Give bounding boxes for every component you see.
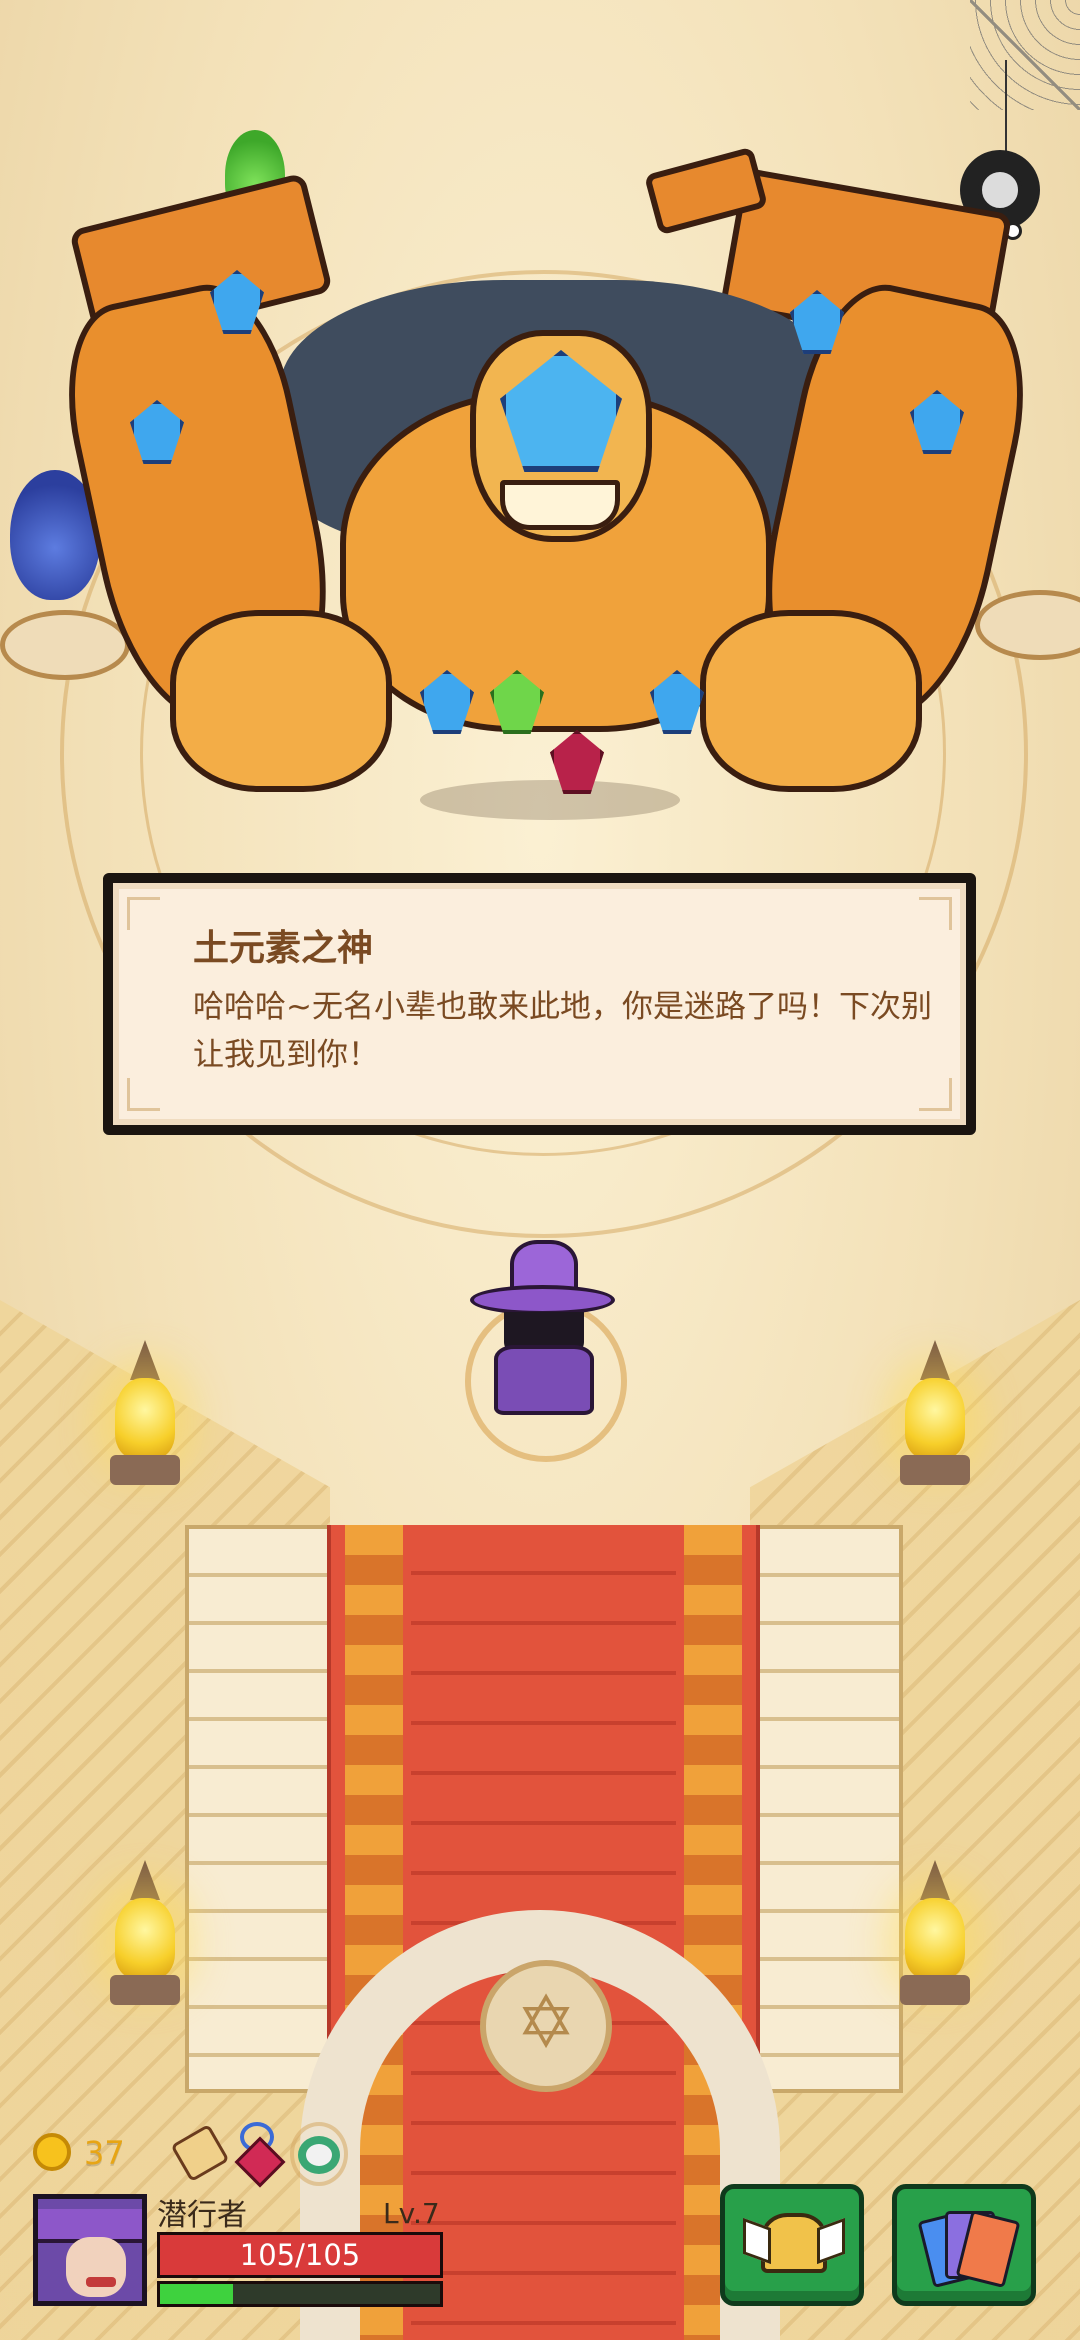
dialog-speaker-name: 土元素之神 xyxy=(193,928,374,969)
character-portrait-avatar[interactable] xyxy=(33,2194,147,2306)
spider-web-icon xyxy=(970,0,1080,110)
cards-button[interactable] xyxy=(892,2184,1036,2306)
pentagram-emblem-icon: ✡ xyxy=(480,1960,612,2092)
coin-icon xyxy=(33,2133,71,2171)
boss-fist-right xyxy=(700,610,922,792)
xp-bar-fill xyxy=(160,2284,233,2304)
dialog-text: 哈哈哈~无名小辈也敢来此地，你是迷路了吗！下次别让我见到你！ xyxy=(193,989,932,1073)
ring-icon[interactable] xyxy=(290,2122,348,2186)
boss-mouth xyxy=(500,480,620,530)
lantern-icon xyxy=(900,1860,970,2010)
heart-amulet-icon[interactable] xyxy=(232,2122,286,2188)
equipment-helmet-button[interactable] xyxy=(720,2184,864,2306)
hp-bar: 105/105 xyxy=(157,2232,443,2278)
xp-bar xyxy=(157,2281,443,2307)
character-name: 潜行者 xyxy=(157,2198,247,2233)
winged-helmet-icon xyxy=(743,2213,845,2273)
player-character[interactable] xyxy=(470,1240,615,1420)
lantern-icon xyxy=(110,1860,180,2010)
hp-text: 105/105 xyxy=(239,2238,361,2272)
game-scene: ✡ 土元素之神 哈哈哈~无名小辈也敢来此地，你是迷路了吗！下次别让我见到你！ 3… xyxy=(0,0,1080,2340)
character-level: Lv.7 xyxy=(383,2197,440,2230)
boss-fist-left xyxy=(170,610,392,792)
dialog-box[interactable]: 土元素之神 哈哈哈~无名小辈也敢来此地，你是迷路了吗！下次别让我见到你！ xyxy=(103,873,976,1135)
scroll-icon[interactable] xyxy=(170,2122,230,2183)
lantern-icon xyxy=(900,1340,970,1490)
earth-god-boss[interactable] xyxy=(47,146,1045,820)
lantern-icon xyxy=(110,1340,180,1490)
coin-count: 37 xyxy=(84,2134,125,2172)
